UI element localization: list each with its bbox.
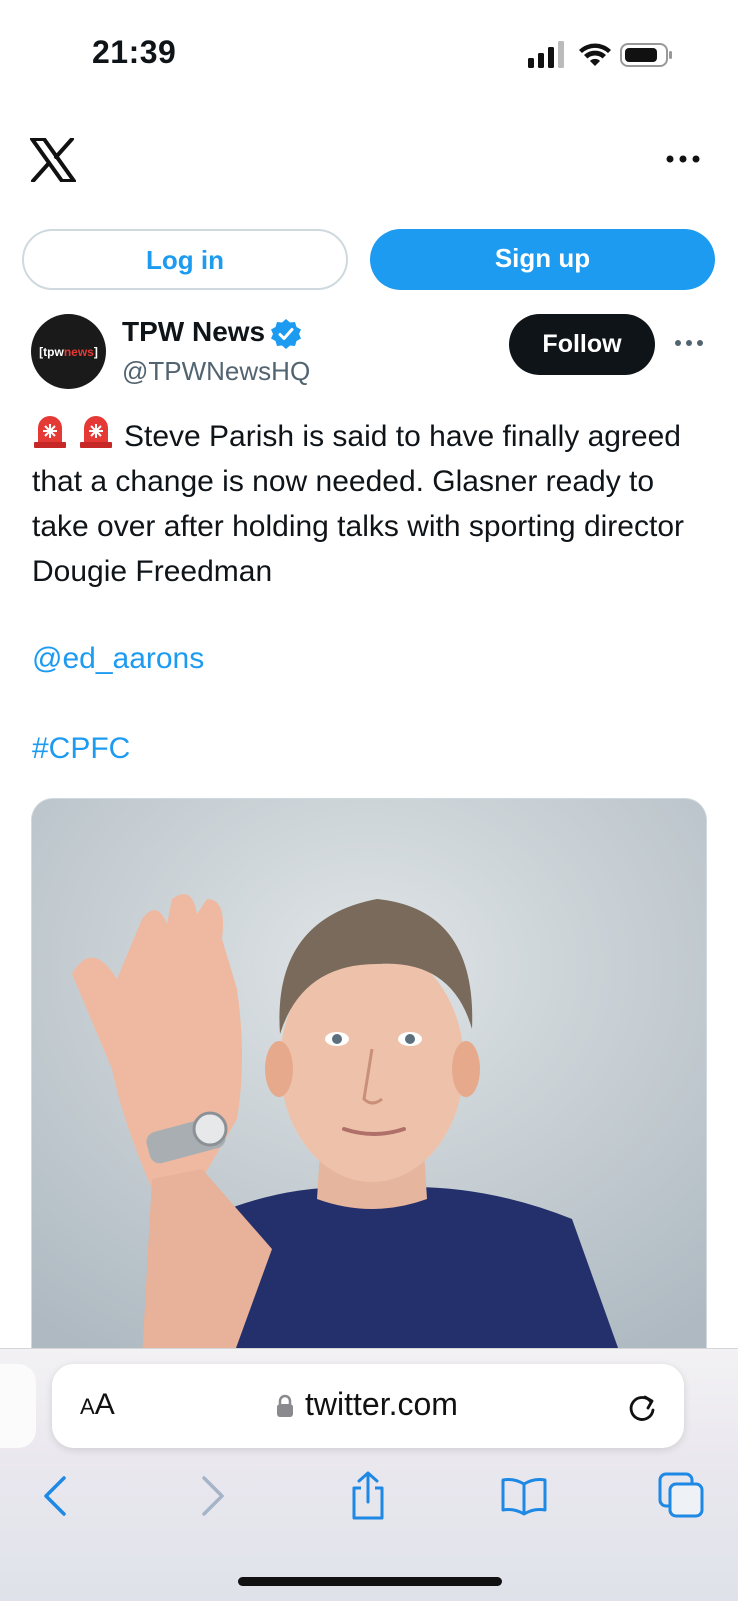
avatar-text-suffix: ]: [93, 344, 98, 359]
reader-settings-button[interactable]: AA: [80, 1388, 115, 1422]
status-icons: [528, 41, 672, 68]
signal-icon: [528, 41, 564, 68]
hashtag-link[interactable]: #CPFC: [32, 732, 130, 766]
login-button[interactable]: Log in: [22, 229, 348, 290]
url-text[interactable]: twitter.com: [305, 1386, 458, 1423]
tweet-text: Steve Parish is said to have finally agr…: [32, 414, 712, 594]
x-logo-icon[interactable]: [30, 138, 76, 182]
handle[interactable]: @TPWNewsHQ: [122, 356, 310, 387]
avatar[interactable]: [tpw news]: [31, 314, 106, 389]
tabs-icon[interactable]: [658, 1472, 704, 1518]
tweet-more-icon[interactable]: [674, 337, 704, 349]
battery-icon: [620, 43, 672, 67]
siren-emoji-icon: [34, 416, 66, 448]
home-indicator: [238, 1577, 502, 1586]
follow-button[interactable]: Follow: [509, 314, 655, 375]
photo-illustration: [32, 799, 706, 1359]
forward-icon[interactable]: [198, 1474, 228, 1518]
lock-icon: [277, 1394, 293, 1417]
reload-icon[interactable]: [626, 1390, 658, 1424]
avatar-text-red: news: [63, 344, 94, 359]
bookmarks-icon[interactable]: [500, 1476, 548, 1516]
display-name[interactable]: TPW News: [122, 316, 265, 348]
share-icon[interactable]: [348, 1470, 388, 1522]
previous-tab-peek[interactable]: [0, 1364, 36, 1448]
status-time: 21:39: [92, 34, 177, 70]
tweet-image[interactable]: [31, 798, 707, 1359]
signup-button[interactable]: Sign up: [370, 229, 715, 290]
verified-badge-icon: [271, 319, 301, 349]
mention-link[interactable]: @ed_aarons: [32, 642, 204, 676]
back-icon[interactable]: [40, 1474, 70, 1518]
siren-emoji-icon: [80, 416, 112, 448]
more-horizontal-icon[interactable]: [666, 152, 700, 166]
wifi-icon: [579, 43, 611, 66]
tweet-body: Steve Parish is said to have finally agr…: [32, 420, 684, 588]
avatar-text-prefix: [tpw: [39, 344, 64, 359]
